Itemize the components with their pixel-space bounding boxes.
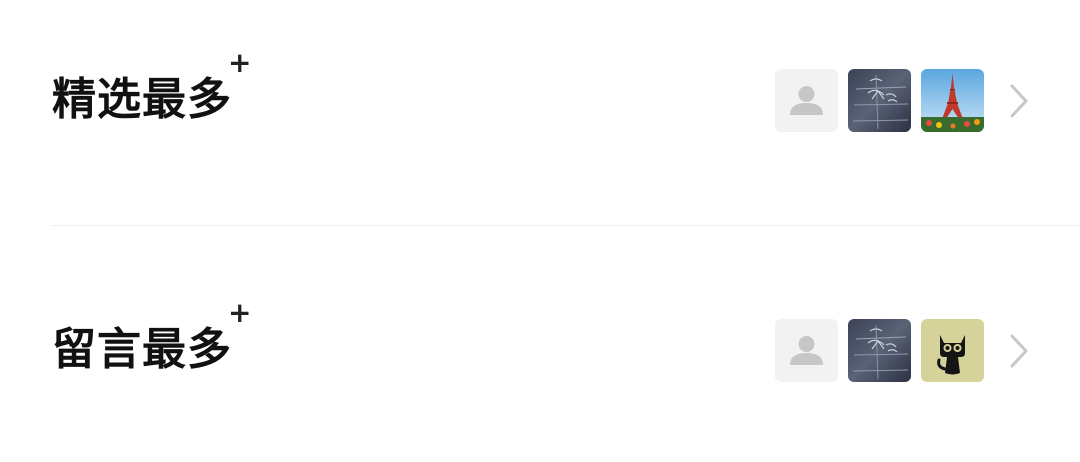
section-most-comments[interactable]: 留言最多 + <box>0 275 1080 425</box>
black-cat-avatar <box>921 319 984 382</box>
chevron-right-icon[interactable] <box>1004 333 1034 369</box>
handwriting-photo-avatar <box>848 69 911 132</box>
chevron-right-icon[interactable] <box>1004 83 1034 119</box>
section-divider <box>52 225 1080 226</box>
plus-badge-icon: + <box>228 46 252 79</box>
section-most-featured[interactable]: 精选最多 + <box>0 25 1080 175</box>
section-title-wrap: 精选最多 + <box>52 49 251 135</box>
plus-badge-icon: + <box>228 296 252 329</box>
eiffel-tower-photo-avatar <box>921 69 984 132</box>
section-title: 精选最多 <box>52 74 232 125</box>
handwriting-photo-avatar <box>848 319 911 382</box>
default-user-avatar <box>775 319 838 382</box>
section-title: 留言最多 <box>52 324 232 375</box>
section-title-wrap: 留言最多 + <box>52 299 251 385</box>
default-user-avatar <box>775 69 838 132</box>
